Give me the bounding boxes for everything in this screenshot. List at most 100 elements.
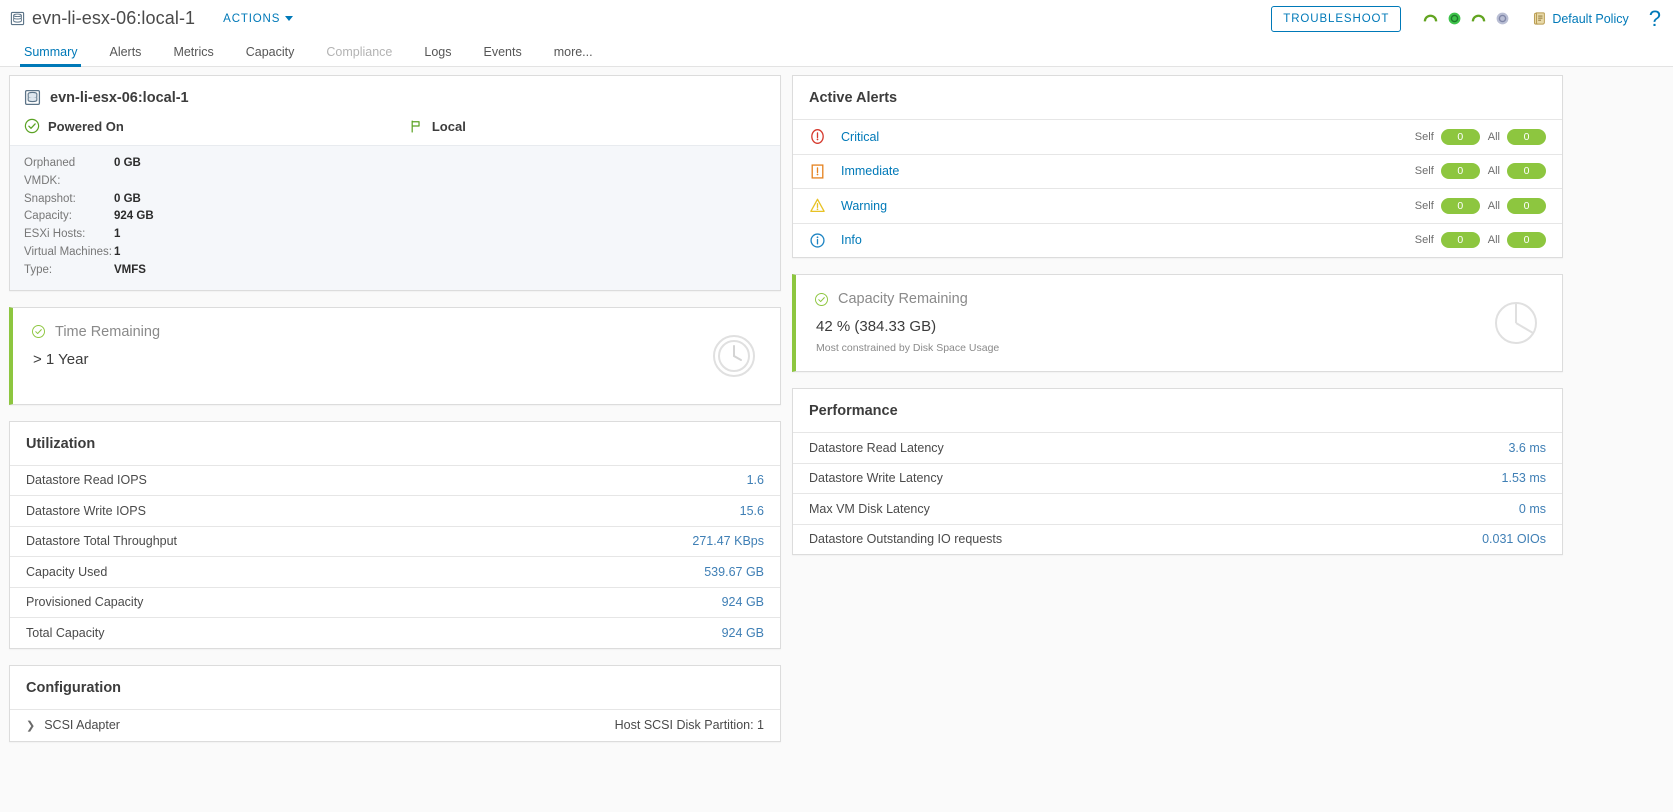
metric-label: Datastore Read Latency [809,440,944,455]
metric-value[interactable]: 924 GB [722,595,764,609]
efficiency-badge-icon[interactable] [1471,11,1486,26]
alert-label[interactable]: Warning [841,199,887,213]
metric-value[interactable]: 1.53 ms [1502,471,1546,485]
self-count-badge[interactable]: 0 [1440,197,1480,214]
metric-value[interactable]: 924 GB [722,626,764,640]
alert-label[interactable]: Immediate [841,164,899,178]
clock-icon [713,334,755,377]
detail-row: ESXi Hosts: 1 [24,226,766,244]
metric-row: Datastore Read IOPS 1.6 [10,464,780,496]
detail-row: Capacity: 924 GB [24,208,766,226]
tab-compliance: Compliance [326,44,393,59]
dashboard-body: evn-li-esx-06:local-1 Powered On Local O… [0,67,1673,742]
time-remaining-card: Time Remaining > 1 Year [9,306,781,405]
flag-icon [411,119,420,133]
all-count-badge[interactable]: 0 [1507,197,1546,214]
metric-value[interactable]: 1.6 [747,473,764,487]
self-label: Self [1414,165,1434,178]
self-count-badge[interactable]: 0 [1440,163,1480,180]
tab-metrics[interactable]: Metrics [157,37,229,66]
check-circle-icon [815,292,828,306]
self-count-badge[interactable]: 0 [1440,232,1480,249]
metric-value[interactable]: 271.47 KBps [692,534,764,548]
metric-row: Datastore Write IOPS 15.6 [10,495,780,526]
metric-row: Datastore Outstanding IO requests 0.031 … [793,523,1562,555]
metric-value[interactable]: 0 ms [1519,502,1546,516]
configuration-label[interactable]: SCSI Adapter [44,718,120,732]
alert-label[interactable]: Critical [841,130,879,144]
health-badge-icon[interactable] [1423,11,1438,26]
all-label: All [1487,199,1500,212]
tab-events[interactable]: Events [467,37,537,66]
all-count-badge[interactable]: 0 [1507,163,1546,180]
metric-label: Datastore Outstanding IO requests [809,532,1003,547]
detail-key: Virtual Machines: [24,245,112,258]
help-icon[interactable]: ? [1649,7,1661,30]
self-count-group: Self 0 [1414,128,1480,145]
configuration-value: Host SCSI Disk Partition: 1 [614,718,764,733]
info-icon [810,233,825,248]
configuration-title: Configuration [26,679,122,696]
detail-value: VMFS [114,263,146,276]
object-summary-header: evn-li-esx-06:local-1 Powered On Local [10,76,780,145]
chevron-down-icon [285,16,294,21]
alert-row-warning: Warning Self 0 All 0 [793,188,1562,223]
detail-row: Type: VMFS [24,262,766,280]
metric-row: Max VM Disk Latency 0 ms [793,493,1562,524]
object-summary-card: evn-li-esx-06:local-1 Powered On Local O… [9,75,781,291]
self-count-badge[interactable]: 0 [1440,128,1480,145]
detail-value: 1 [114,245,121,258]
alert-label[interactable]: Info [841,233,862,247]
detail-row: Snapshot: 0 GB [24,191,766,209]
policy-link[interactable]: Default Policy [1532,11,1629,26]
tab-bar: Summary Alerts Metrics Capacity Complian… [0,37,1673,67]
tab-capacity[interactable]: Capacity [230,37,311,66]
all-label: All [1487,165,1500,178]
metric-label: Max VM Disk Latency [809,501,930,516]
tab-more[interactable]: more... [538,37,609,66]
location-label: Local [431,118,466,134]
object-summary-title: evn-li-esx-06:local-1 [50,89,189,106]
tab-alerts[interactable]: Alerts [93,37,157,66]
all-label: All [1487,130,1500,143]
self-count-group: Self 0 [1414,163,1480,180]
alert-row-info: Info Self 0 All 0 [793,222,1562,258]
actions-label: ACTIONS [223,12,281,25]
active-alerts-card: Active Alerts Critical Self 0 All 0 Imme… [792,75,1563,258]
self-label: Self [1414,130,1434,143]
right-column: Active Alerts Critical Self 0 All 0 Imme… [792,75,1563,742]
metric-row: Total Capacity 924 GB [10,617,780,648]
capacity-remaining-subtext: Most constrained by Disk Space Usage [816,342,1000,354]
compliance-badge-icon[interactable] [1495,11,1510,26]
detail-row: Virtual Machines: 1 [24,244,766,262]
all-count-group: All 0 [1487,163,1546,180]
metric-row: Provisioned Capacity 924 GB [10,586,780,618]
all-count-group: All 0 [1487,128,1546,145]
warning-icon [810,198,825,213]
risk-badge-icon[interactable] [1447,11,1462,26]
detail-key: Type: [24,263,53,276]
check-circle-icon [24,118,40,134]
detail-value: 1 [114,228,121,241]
alert-row-immediate: Immediate Self 0 All 0 [793,153,1562,189]
metric-value[interactable]: 539.67 GB [704,565,764,579]
configuration-row[interactable]: ❯ SCSI Adapter Host SCSI Disk Partition:… [10,708,780,741]
metric-label: Total Capacity [26,625,105,640]
alert-counts: Self 0 All 0 [1414,163,1546,180]
all-count-badge[interactable]: 0 [1507,128,1546,145]
tab-logs[interactable]: Logs [408,37,467,66]
immediate-icon [811,164,824,179]
tab-summary[interactable]: Summary [8,37,93,67]
metric-label: Datastore Total Throughput [26,534,178,549]
metric-value[interactable]: 3.6 ms [1508,441,1546,455]
detail-key: ESXi Hosts: [24,228,86,241]
detail-key: Snapshot: [24,192,76,205]
capacity-remaining-header: Capacity Remaining [814,291,1544,307]
metric-value[interactable]: 15.6 [740,504,764,518]
troubleshoot-button[interactable]: TROUBLESHOOT [1271,5,1402,32]
all-count-badge[interactable]: 0 [1507,232,1546,249]
page-title: evn-li-esx-06:local-1 [32,8,196,28]
metric-value[interactable]: 0.031 OIOs [1482,532,1546,546]
actions-menu-button[interactable]: ACTIONS [223,12,294,25]
utilization-title: Utilization [26,435,96,452]
